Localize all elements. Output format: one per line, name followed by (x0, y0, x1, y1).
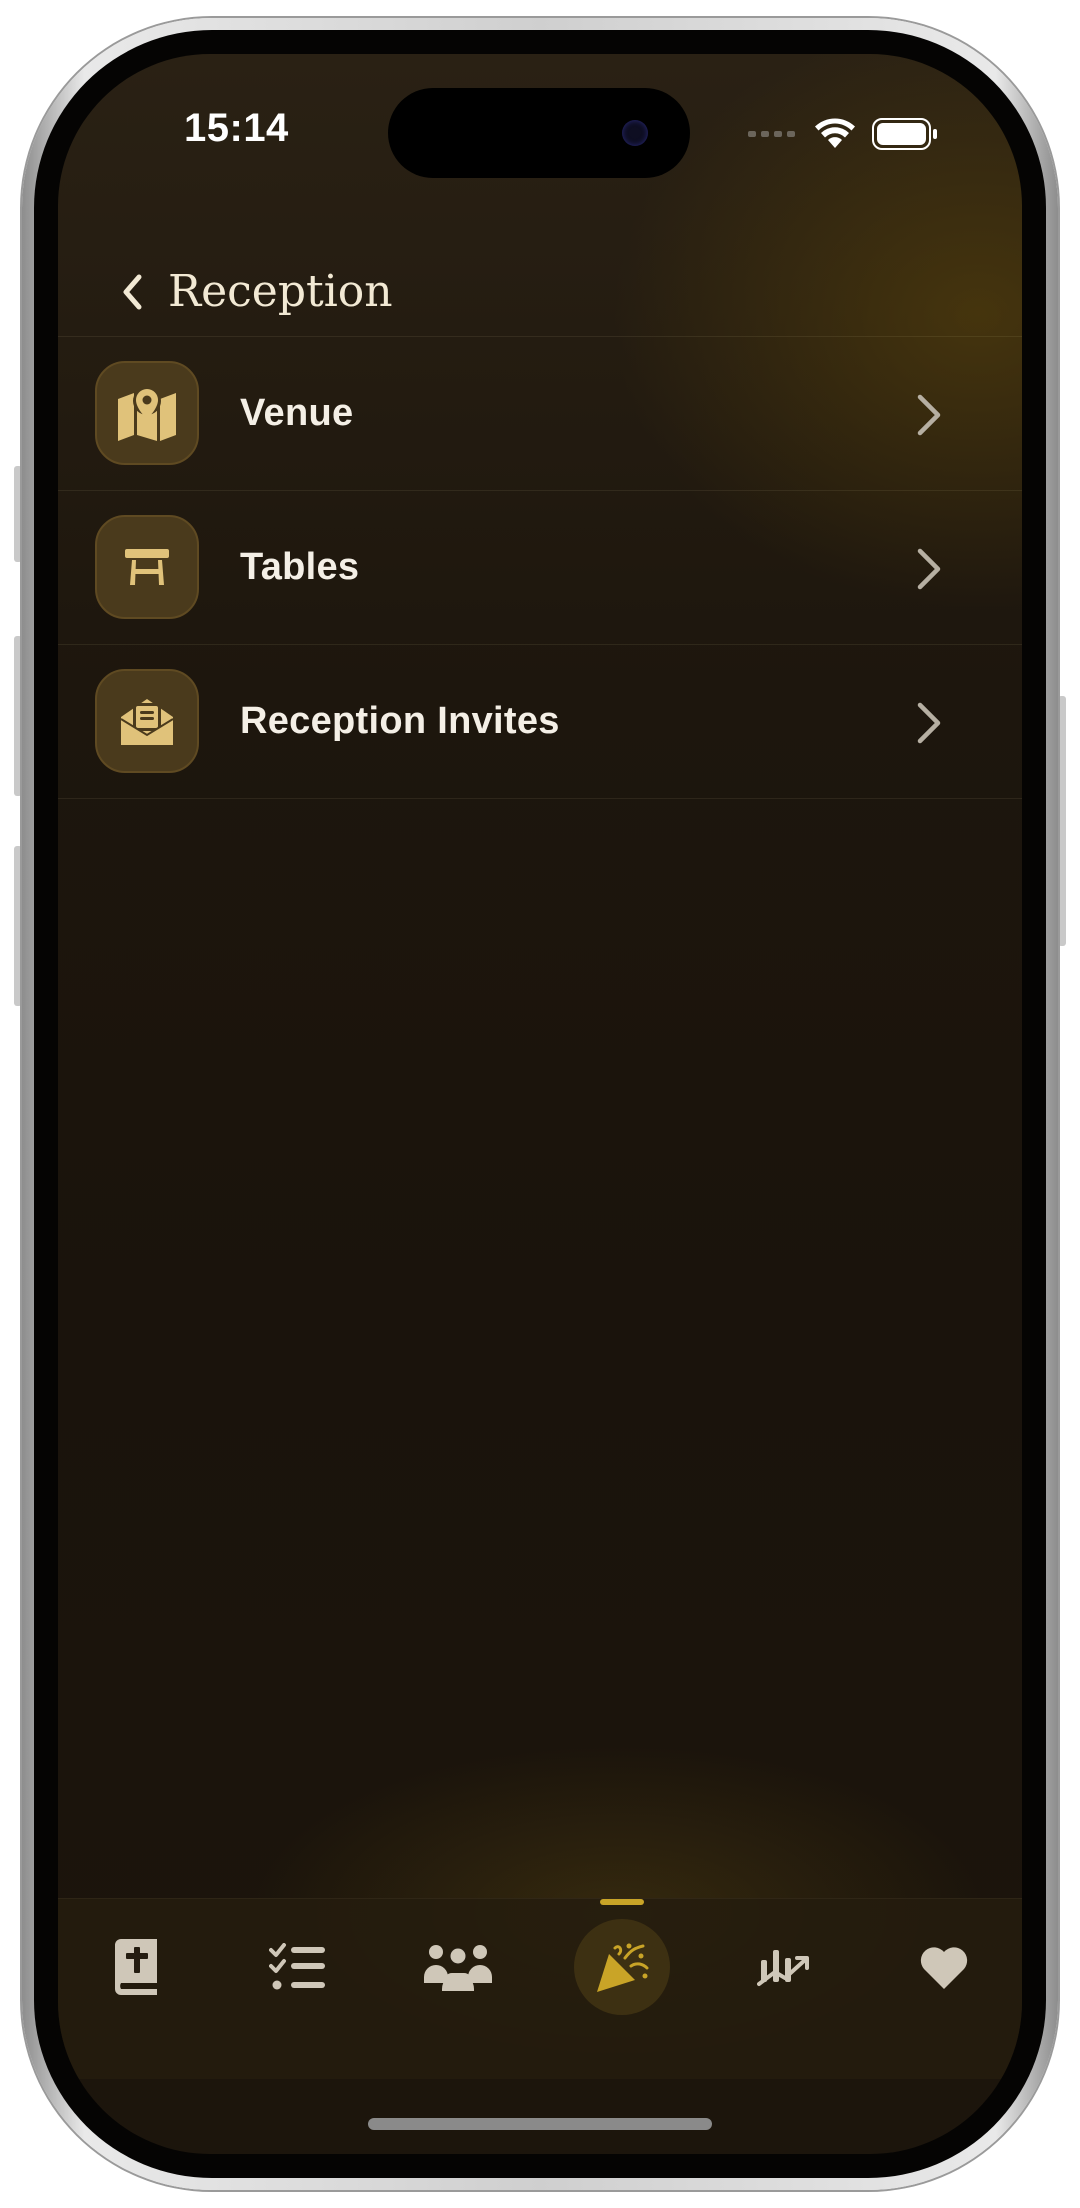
checklist-icon (269, 1943, 325, 1990)
tab-bible[interactable] (86, 1917, 186, 2017)
action-button (14, 466, 22, 562)
party-popper-icon (597, 1943, 649, 1992)
menu-item-label: Venue (240, 392, 354, 434)
tab-reception[interactable] (574, 1919, 670, 2015)
screenshot: 15:14 Reception Venue Tables Reception I… (0, 0, 1080, 2208)
home-indicator[interactable] (368, 2118, 712, 2130)
tab-bar (58, 1898, 1022, 2079)
volume-down-button (14, 846, 22, 1006)
status-icons (746, 116, 938, 152)
menu-item-label: Reception Invites (240, 700, 560, 742)
app-screen: 15:14 Reception Venue Tables Reception I… (58, 54, 1022, 2154)
envelope-open-icon (120, 699, 174, 745)
power-button (1058, 696, 1066, 946)
tables-icon-tile (95, 515, 199, 619)
status-time: 15:14 (184, 106, 289, 150)
bible-icon (115, 1939, 157, 1995)
menu-item-venue[interactable]: Venue (58, 336, 1022, 490)
dynamic-island (388, 88, 690, 178)
volume-up-button (14, 636, 22, 796)
front-camera (622, 120, 648, 146)
tab-favorites[interactable] (894, 1917, 994, 2017)
back-button[interactable] (102, 262, 162, 322)
menu-item-reception-invites[interactable]: Reception Invites (58, 644, 1022, 799)
map-pin-icon (118, 387, 176, 441)
page-title: Reception (168, 266, 393, 317)
active-tab-indicator (600, 1899, 644, 1905)
invites-icon-tile (95, 669, 199, 773)
battery-icon (872, 118, 937, 150)
chevron-right-icon (917, 548, 941, 590)
heart-icon (920, 1947, 968, 1989)
tab-guests[interactable] (408, 1917, 508, 2017)
wifi-icon (815, 118, 855, 148)
budget-chart-icon (757, 1950, 809, 1986)
signal-icon (748, 131, 795, 137)
venue-icon-tile (95, 361, 199, 465)
reception-menu: Venue Tables Reception Invites (58, 336, 1022, 799)
menu-item-tables[interactable]: Tables (58, 490, 1022, 644)
chevron-right-icon (917, 394, 941, 436)
navigation-header: Reception (58, 244, 1022, 340)
menu-item-label: Tables (240, 546, 360, 588)
tab-checklist[interactable] (248, 1917, 348, 2017)
table-icon (125, 549, 169, 585)
guests-icon (424, 1945, 492, 1991)
tab-budget[interactable] (734, 1917, 834, 2017)
chevron-right-icon (917, 702, 941, 744)
chevron-left-icon (123, 274, 142, 310)
